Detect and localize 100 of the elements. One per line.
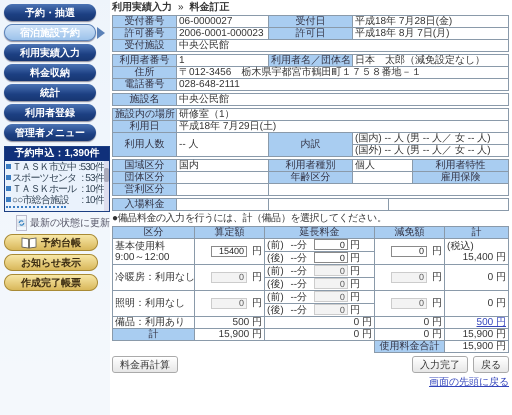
yen-unit: 円 — [432, 272, 442, 283]
amount-text: 0 円 — [486, 272, 506, 283]
field-value: 028-648-2111 — [176, 78, 508, 90]
pointer-icon — [97, 26, 105, 38]
field-label: 許可日 — [268, 28, 352, 40]
field-value: (国外) -- 人 (男 -- 人／ 女 -- 人) — [352, 144, 508, 156]
refresh-button[interactable]: 最新の状態に更新 — [4, 215, 110, 231]
field-label: 住所 — [112, 66, 176, 78]
field-value: (国内) -- 人 (男 -- 人／ 女 -- 人) — [352, 132, 508, 144]
yen-unit: 円 — [432, 246, 442, 257]
yen-unit: 円 — [252, 272, 262, 283]
field-value: 06-0000027 — [176, 16, 268, 28]
amount-field[interactable]: 0 — [314, 252, 348, 264]
extension-label: (前) — [267, 266, 284, 277]
nav-button[interactable]: 予約・抽選 — [4, 4, 96, 21]
minutes-text: --分 — [290, 278, 308, 290]
yen-unit: 円 — [350, 278, 360, 290]
side-menu-button[interactable]: 予約台帳 — [4, 234, 98, 251]
request-item[interactable]: スポーツセンタ : 53件 — [6, 172, 104, 183]
field-label: 内訳 — [268, 132, 352, 156]
field-label: 電話番号 — [112, 78, 176, 90]
field-label: 受付番号 — [112, 16, 176, 28]
field-value: 平成18年 7月28日(金) — [352, 16, 508, 28]
amount-text: 15,900 円 — [444, 328, 508, 340]
amount-field[interactable]: 15400 — [211, 246, 247, 257]
amount-text: 0 円 — [264, 316, 374, 328]
book-icon — [21, 236, 37, 248]
yen-unit: 円 — [252, 298, 262, 309]
fee-label: 基本使用料 — [115, 240, 166, 252]
minutes-text: --分 — [290, 266, 308, 277]
amount-field[interactable]: 0 — [391, 246, 427, 257]
side-menu-button[interactable]: お知らせ表示 — [4, 254, 98, 271]
fee-label: 照明：利用なし — [115, 298, 186, 309]
field-label: 利用者番号 — [112, 54, 176, 66]
extension-label: (後) — [267, 278, 284, 290]
extension-label: (前) — [267, 292, 284, 303]
field-label: 利用人数 — [112, 132, 176, 156]
yen-unit: 円 — [350, 252, 360, 264]
tax-note: (税込) — [447, 240, 475, 252]
breadcrumb-separator: » — [178, 2, 184, 14]
field-value: 研修室（1） — [176, 108, 508, 120]
grand-total-label: 使用料金合計 — [374, 340, 444, 352]
nav-button[interactable]: 利用実績入力 — [4, 44, 96, 61]
yen-unit: 円 — [252, 246, 262, 257]
nav-button[interactable]: 管理者メニュー — [4, 124, 96, 141]
amount-text: 0 円 — [374, 316, 444, 328]
back-to-top-link[interactable]: 画面の先頭に戻る — [429, 375, 510, 389]
column-header: 区分 — [112, 226, 194, 238]
requests-title: 予約申込：1,390件 — [5, 147, 109, 161]
field-label: 年齢区分 — [268, 172, 352, 184]
field-label: 受付施設 — [112, 40, 176, 52]
column-header: 延長料金 — [264, 226, 374, 238]
minutes-text: --分 — [290, 240, 308, 251]
field-label: 雇用保険 — [412, 172, 508, 184]
breadcrumb-parent[interactable]: 利用実績入力 — [112, 2, 172, 14]
column-header: 算定額 — [194, 226, 264, 238]
amount-text: 15,900 円 — [194, 328, 264, 340]
field-value: 中央公民館 — [176, 40, 508, 52]
column-header: 計 — [444, 226, 508, 238]
request-item[interactable]: ＴＡＳＫ市立中 :530件 — [6, 161, 104, 172]
nav-button[interactable]: 料金収納 — [4, 64, 96, 81]
field-label: 許可番号 — [112, 28, 176, 40]
request-item[interactable]: ○○市総合施設 : 10件 — [6, 194, 104, 205]
nav-button[interactable]: 統計 — [4, 84, 96, 101]
field-label: 入場料金 — [112, 198, 176, 210]
request-item[interactable]: ＴＡＳＫホール : 10件 — [6, 183, 104, 194]
field-label: 利用日 — [112, 120, 176, 132]
extension-label: (前) — [267, 240, 284, 251]
extension-label: (後) — [267, 252, 284, 264]
field-value: 日本 太郎（減免設定なし） — [352, 54, 508, 66]
grand-total-value: 15,900 円 — [444, 340, 508, 352]
field-label: 国域区分 — [112, 160, 176, 172]
field-label: 施設名 — [112, 94, 176, 106]
action-button[interactable]: 入力完了 — [412, 356, 468, 373]
fee-label: 冷暖房：利用なし — [115, 272, 192, 283]
field-value: 平成18年 7月29日(土) — [176, 120, 508, 132]
action-button[interactable]: 戻る — [473, 356, 510, 373]
field-label: 団体区分 — [112, 172, 176, 184]
nav-button[interactable]: 利用者登録 — [4, 104, 96, 121]
yen-unit: 円 — [432, 298, 442, 309]
field-label: 営利区分 — [112, 184, 176, 196]
breadcrumb-current: 料金訂正 — [190, 2, 230, 14]
minutes-text: --分 — [290, 252, 308, 264]
refresh-icon — [16, 215, 27, 231]
yen-unit: 円 — [350, 240, 360, 251]
field-label: 施設内の場所 — [112, 108, 176, 120]
scrollbar[interactable] — [104, 161, 109, 211]
side-menu-button[interactable]: 作成完了帳票 — [4, 274, 98, 291]
amount-field[interactable]: 0 — [314, 239, 348, 250]
amount-text: 500 円 — [194, 316, 264, 328]
recalculate-button[interactable]: 料金再計算 — [112, 356, 178, 373]
field-value: 国内 — [176, 160, 268, 172]
field-value: 中央公民館 — [176, 94, 509, 106]
field-label: 利用者特性 — [412, 160, 508, 172]
amount-text: 0 円 — [264, 328, 374, 340]
yen-unit: 円 — [350, 266, 360, 277]
field-value: 平成18年 8月 7日(月) — [352, 28, 508, 40]
field-label: 受付日 — [268, 16, 352, 28]
column-header: 減免額 — [374, 226, 444, 238]
field-label: 利用者名／団体名 — [268, 54, 352, 66]
